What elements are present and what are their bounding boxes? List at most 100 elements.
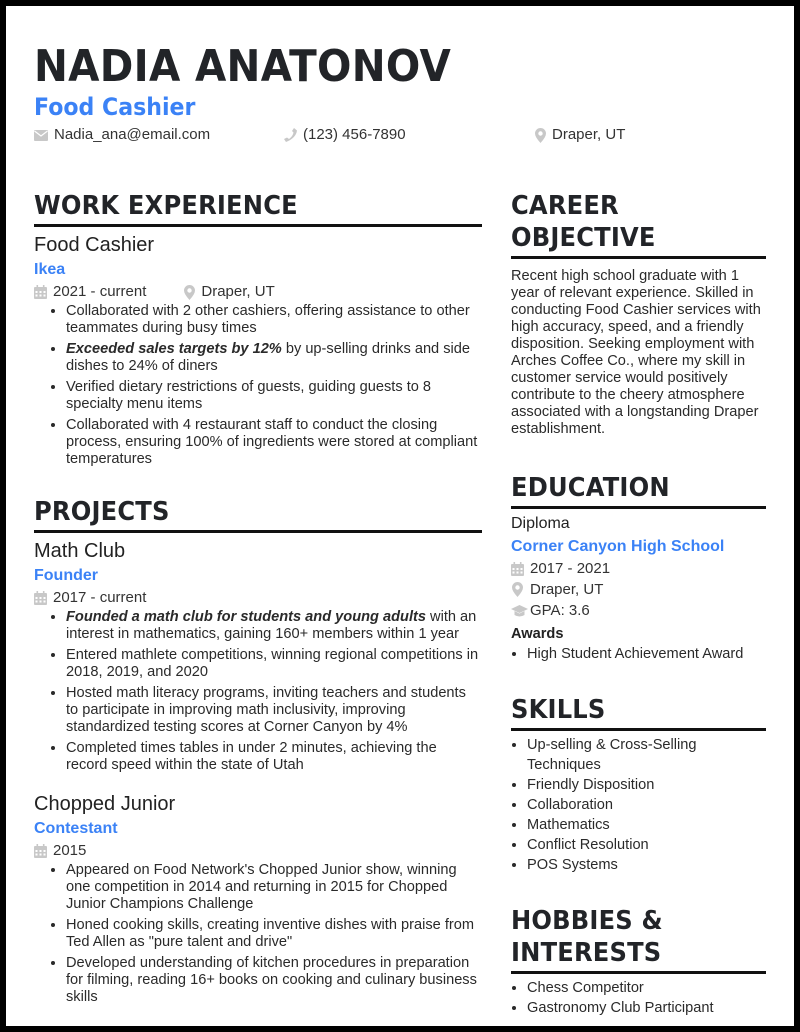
work-entry: Food Cashier Ikea 2021 - current Draper,…: [34, 233, 482, 468]
envelope-icon: [34, 129, 48, 141]
project-bullets: Appeared on Food Network's Chopped Junio…: [34, 862, 482, 1006]
bullet-item: Entered mathlete competitions, winning r…: [66, 647, 482, 681]
phone-icon: [284, 128, 297, 142]
project-dates: 2015: [34, 841, 86, 861]
dates-text: 2021 - current: [53, 283, 147, 300]
section-title: EDUCATION: [511, 473, 670, 503]
job-bullets: Collaborated with 2 other cashiers, offe…: [34, 303, 482, 468]
bullet-item: Collaborated with 2 other cashiers, offe…: [66, 303, 482, 337]
bullet-item: Honed cooking skills, creating inventive…: [66, 917, 482, 951]
list-item: Gastronomy Club Participant: [527, 998, 766, 1018]
bullet-item: Completed times tables in under 2 minute…: [66, 740, 482, 774]
section-divider: [511, 506, 766, 509]
email-text: Nadia_ana@email.com: [54, 126, 211, 143]
dates-text: 2017 - 2021: [530, 560, 611, 577]
job-title: Food Cashier: [34, 234, 155, 256]
bullet-text: Collaborated with 2 other cashiers, offe…: [66, 303, 470, 336]
candidate-role: Food Cashier: [34, 93, 196, 121]
project-role: Contestant: [34, 820, 118, 837]
calendar-icon: [34, 844, 47, 858]
project-meta: 2017 - current: [34, 588, 482, 608]
awards-list: High Student Achievement Award: [511, 644, 766, 664]
section-title: CAREER OBJECTIVE: [511, 191, 656, 253]
projects-section: PROJECTS Math Club Founder 2017 - curren…: [34, 496, 482, 1006]
dates-text: 2015: [53, 842, 87, 859]
bullet-text: Hosted math literacy programs, inviting …: [66, 685, 466, 735]
hobbies-section: HOBBIES & INTERESTS Chess CompetitorGast…: [511, 905, 766, 1018]
hobbies-list: Chess CompetitorGastronomy Club Particip…: [511, 978, 766, 1018]
location-text: Draper, UT: [530, 581, 604, 598]
section-divider: [511, 256, 766, 259]
calendar-icon: [34, 591, 47, 605]
objective-text: Recent high school graduate with 1 year …: [511, 268, 761, 437]
project-name: Math Club: [34, 540, 126, 562]
candidate-name: NADIA ANATONOV: [34, 41, 452, 92]
bullet-item: Developed understanding of kitchen proce…: [66, 955, 482, 1006]
bullet-item: Collaborated with 4 restaurant staff to …: [66, 417, 482, 468]
right-column: CAREER OBJECTIVE Recent high school grad…: [511, 190, 766, 1018]
contact-phone[interactable]: (123) 456-7890: [284, 126, 406, 144]
awards-label: Awards: [511, 626, 564, 642]
list-item: Up-selling & Cross-Selling Techniques: [527, 735, 766, 775]
work-experience-section: WORK EXPERIENCE Food Cashier Ikea 2021 -…: [34, 190, 482, 468]
education-location: Draper, UT: [511, 579, 766, 600]
project-dates: 2017 - current: [34, 588, 146, 608]
map-pin-icon: [184, 284, 196, 300]
location-text: Draper, UT: [201, 283, 275, 300]
bullet-text: Honed cooking skills, creating inventive…: [66, 917, 475, 950]
contact-location: Draper, UT: [535, 126, 625, 144]
section-title: WORK EXPERIENCE: [34, 191, 298, 221]
left-column: WORK EXPERIENCE Food Cashier Ikea 2021 -…: [34, 190, 482, 1010]
bullet-text: Appeared on Food Network's Chopped Junio…: [66, 862, 457, 912]
project-role: Founder: [34, 567, 98, 584]
location-text: Draper, UT: [552, 126, 626, 143]
bullet-item: Verified dietary restrictions of guests,…: [66, 379, 482, 413]
list-item: Collaboration: [527, 795, 766, 815]
calendar-icon: [511, 561, 524, 576]
project-entry: Math Club Founder 2017 - current Founded…: [34, 539, 482, 774]
list-item: Conflict Resolution: [527, 835, 766, 855]
education-gpa: GPA: 3.6: [511, 600, 766, 621]
section-divider: [34, 224, 482, 227]
list-item: Mathematics: [527, 815, 766, 835]
project-entry: Chopped Junior Contestant 2015 Appeared …: [34, 792, 482, 1006]
bullet-text: Entered mathlete competitions, winning r…: [66, 647, 479, 680]
section-divider: [34, 530, 482, 533]
map-pin-icon: [535, 127, 546, 143]
gpa-text: GPA: 3.6: [530, 602, 590, 619]
bullet-text: Completed times tables in under 2 minute…: [66, 740, 437, 773]
list-item: Friendly Disposition: [527, 775, 766, 795]
school-name: Corner Canyon High School: [511, 538, 725, 555]
company-name: Ikea: [34, 261, 66, 278]
skills-section: SKILLS Up-selling & Cross-Selling Techni…: [511, 694, 766, 875]
job-meta: 2021 - current Draper, UT: [34, 282, 482, 302]
phone-text: (123) 456-7890: [303, 126, 406, 143]
degree: Diploma: [511, 515, 570, 532]
project-meta: 2015: [34, 841, 482, 861]
bullet-item: Exceeded sales targets by 12% by up-sell…: [66, 341, 482, 375]
graduation-cap-icon: [511, 604, 528, 616]
resume-page: NADIA ANATONOV Food Cashier Nadia_ana@em…: [6, 6, 794, 1026]
bullet-item: Appeared on Food Network's Chopped Junio…: [66, 862, 482, 913]
job-location: Draper, UT: [184, 282, 275, 302]
education-dates: 2017 - 2021: [511, 558, 766, 579]
list-item: High Student Achievement Award: [527, 644, 766, 664]
section-divider: [511, 728, 766, 731]
skills-list: Up-selling & Cross-Selling TechniquesFri…: [511, 735, 766, 875]
job-dates: 2021 - current: [34, 282, 146, 302]
map-pin-icon: [512, 582, 523, 597]
section-title: HOBBIES & INTERESTS: [511, 906, 663, 968]
bullet-text: Verified dietary restrictions of guests,…: [66, 379, 432, 412]
contact-email[interactable]: Nadia_ana@email.com: [34, 126, 210, 144]
project-name: Chopped Junior: [34, 793, 176, 815]
education-section: EDUCATION Diploma Corner Canyon High Sch…: [511, 472, 766, 664]
section-divider: [511, 971, 766, 974]
bullet-highlight: Founded a math club for students and you…: [66, 609, 426, 625]
section-title: SKILLS: [511, 695, 606, 725]
project-bullets: Founded a math club for students and you…: [34, 609, 482, 774]
bullet-highlight: Exceeded sales targets by 12%: [66, 341, 282, 357]
calendar-icon: [34, 285, 47, 299]
dates-text: 2017 - current: [53, 589, 147, 606]
section-title: PROJECTS: [34, 497, 170, 527]
list-item: POS Systems: [527, 855, 766, 875]
